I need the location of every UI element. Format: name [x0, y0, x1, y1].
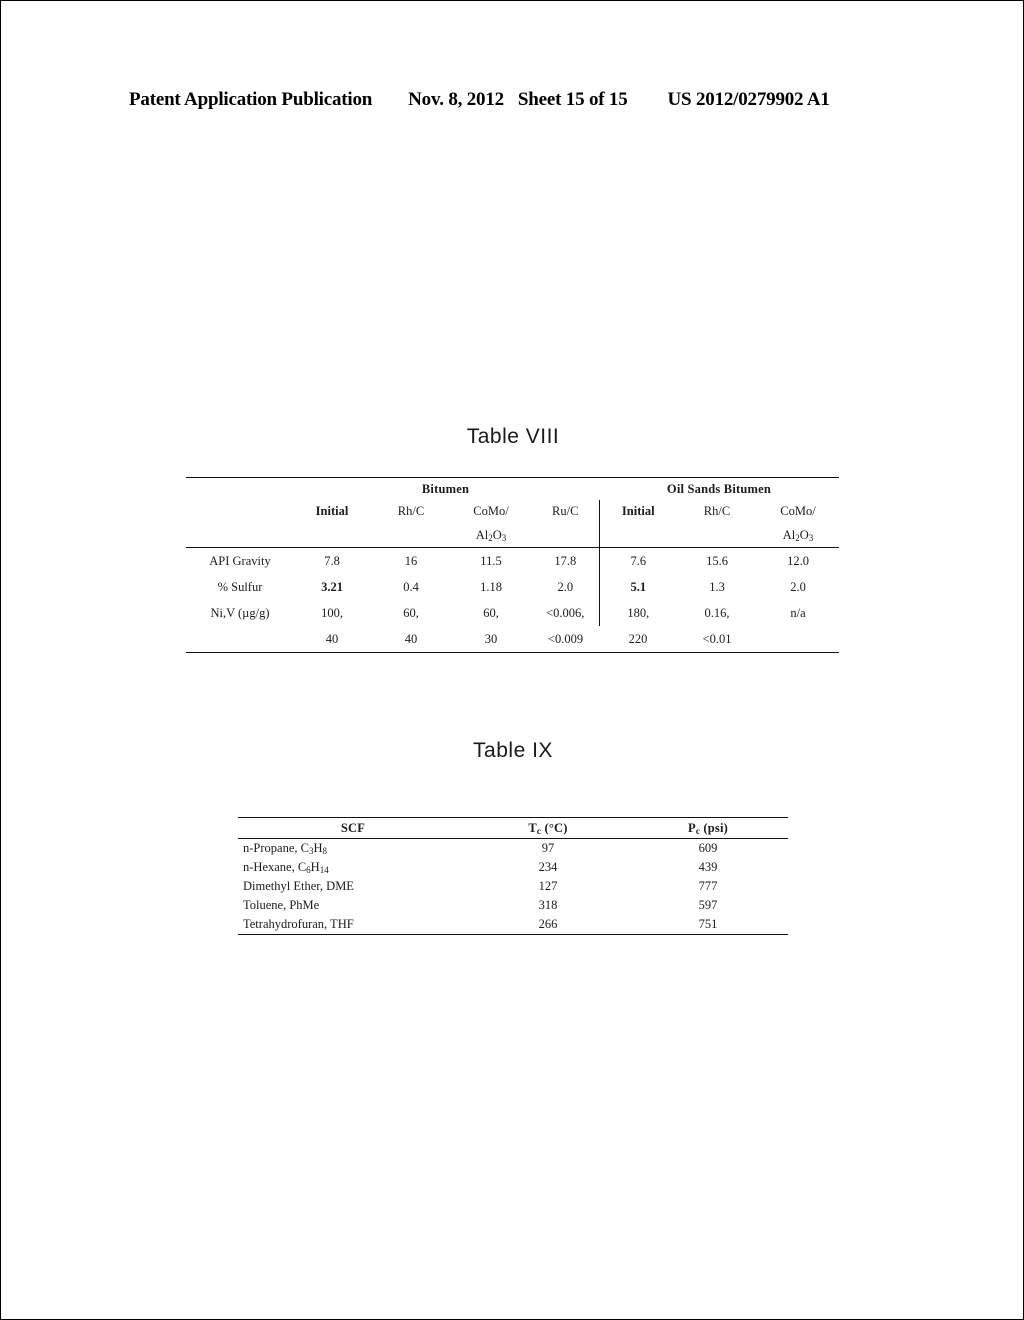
patent-page-sheet: Patent Application Publication Nov. 8, 2… [0, 0, 1024, 1320]
table-viii: Bitumen Oil Sands Bitumen Initial Rh/C C… [186, 477, 839, 653]
cell-pc-dme: 777 [698, 879, 718, 893]
cell-sulfur-como-bitumen: 1.18 [480, 579, 502, 594]
group-header-bitumen: Bitumen [292, 477, 599, 500]
cell-niv2-initial-bitumen: 40 [292, 626, 372, 653]
row-label-ni-v: Ni,V (µg/g) [210, 605, 270, 620]
table-row: n-Propane, C3H8 97 609 [238, 839, 788, 859]
cell-niv-rhc-bitumen: 60, [403, 605, 419, 620]
group-header-spacer [186, 477, 292, 500]
column-subheader-blank-5 [677, 523, 757, 548]
document-running-header: Patent Application Publication Nov. 8, 2… [129, 89, 919, 111]
column-header-initial-oilsands: Initial [598, 500, 677, 523]
cell-api-ruc-bitumen: 17.8 [554, 553, 577, 568]
table-row: Dimethyl Ether, DME 127 777 [238, 877, 788, 896]
group-header-oil-sands-bitumen: Oil Sands Bitumen [599, 477, 839, 500]
cell-niv2-initial-oilsands: 220 [599, 626, 677, 653]
table-viii-group-header-row: Bitumen Oil Sands Bitumen [186, 477, 839, 500]
cell-sulfur-ruc-bitumen: 2.0 [557, 579, 574, 594]
cell-scf-thf: Tetrahydrofuran, THF [238, 915, 468, 935]
cell-pc-thf: 751 [628, 915, 788, 935]
cell-niv2-ruc-bitumen: <0.009 [532, 626, 599, 653]
cell-scf-dme: Dimethyl Ether, DME [243, 879, 354, 893]
cell-niv-initial-bitumen: 100, [321, 605, 343, 620]
table-row: 40 40 30 <0.009 220 <0.01 [186, 626, 839, 653]
column-subheader-alumina-oilsands: Al2O3 [757, 523, 839, 548]
table-row: n-Hexane, C6H14 234 439 [238, 858, 788, 877]
cell-niv2-como-bitumen: 30 [450, 626, 532, 653]
cell-api-como-bitumen: 11.5 [480, 553, 502, 568]
cell-sulfur-initial-oilsands: 5.1 [598, 574, 677, 600]
table-row: API Gravity 7.8 16 11.5 17.8 7.6 15.6 12… [186, 547, 839, 574]
cell-pc-toluene: 597 [698, 898, 718, 912]
cell-scf-hexane: n-Hexane, C6H14 [243, 860, 329, 875]
cell-niv2-rhc-oilsands: <0.01 [677, 626, 757, 653]
column-header-rhc-oilsands: Rh/C [703, 504, 731, 518]
cell-niv-como-oilsands: n/a [790, 605, 806, 620]
cell-pc-hexane: 439 [698, 860, 718, 874]
cell-niv-rhc-oilsands: 0.16, [704, 605, 730, 620]
cell-sulfur-rhc-bitumen: 0.4 [403, 579, 419, 594]
cell-tc-hexane: 234 [538, 860, 558, 874]
row-label-api-gravity: API Gravity [209, 553, 271, 568]
cell-sulfur-como-oilsands: 2.0 [790, 579, 806, 594]
cell-scf-propane: n-Propane, C3H8 [243, 841, 327, 856]
cell-tc-thf: 266 [468, 915, 628, 935]
column-header-ruc-bitumen: Ru/C [552, 504, 579, 518]
cell-tc-dme: 127 [538, 879, 558, 893]
cell-api-rhc-oilsands: 15.6 [706, 553, 728, 568]
column-subheader-blank-1 [292, 523, 372, 548]
table-row: Ni,V (µg/g) 100, 60, 60, <0.006, 180, 0.… [186, 600, 839, 626]
cell-api-initial-bitumen: 7.8 [324, 553, 340, 568]
table-viii-title: Table VIII [466, 425, 560, 448]
publication-label: Patent Application Publication [129, 89, 373, 110]
cell-scf-toluene: Toluene, PhMe [243, 898, 320, 912]
cell-pc-propane: 609 [698, 841, 718, 855]
column-header-critical-temperature: Tc (°C) [468, 817, 628, 839]
cell-api-rhc-bitumen: 16 [404, 553, 418, 568]
publication-date: Nov. 8, 2012 [408, 89, 504, 110]
cell-niv-initial-oilsands: 180, [598, 600, 677, 626]
cell-niv-ruc-bitumen: <0.006, [546, 605, 585, 620]
patent-number: US 2012/0279902 A1 [667, 89, 830, 110]
column-header-rhc-bitumen: Rh/C [397, 504, 425, 518]
table-row: Tetrahydrofuran, THF 266 751 [238, 915, 788, 935]
table-viii-column-header-row: Initial Rh/C CoMo/ Ru/C Initial Rh/C CoM… [186, 500, 839, 523]
cell-api-como-oilsands: 12.0 [787, 553, 809, 568]
table-ix-header-row: SCF Tc (°C) Pc (psi) [238, 817, 788, 839]
cell-tc-toluene: 318 [538, 898, 558, 912]
column-header-critical-pressure: Pc (psi) [628, 817, 788, 839]
table-row: % Sulfur 3.21 0.4 1.18 2.0 5.1 1.3 2.0 [186, 574, 839, 600]
cell-niv2-como-oilsands [757, 626, 839, 653]
column-header-blank [186, 500, 292, 523]
cell-sulfur-rhc-oilsands: 1.3 [709, 579, 725, 594]
row-label-ni-v-continued [186, 626, 292, 653]
table-ix: SCF Tc (°C) Pc (psi) n-Propane, C3H8 97 … [238, 817, 788, 935]
column-subheader-blank-0 [186, 523, 292, 548]
table-ix-title: Table IX [473, 739, 553, 762]
column-header-como-bitumen: CoMo/ [473, 504, 509, 518]
cell-niv-como-bitumen: 60, [483, 605, 499, 620]
cell-api-initial-oilsands: 7.6 [598, 547, 677, 574]
cell-niv2-rhc-bitumen: 40 [372, 626, 450, 653]
column-header-como-oilsands: CoMo/ [780, 504, 816, 518]
column-subheader-alumina-bitumen: Al2O3 [450, 523, 532, 548]
sheet-number: Sheet 15 of 15 [517, 89, 628, 110]
row-label-percent-sulfur: % Sulfur [217, 579, 263, 594]
table-row: Toluene, PhMe 318 597 [238, 896, 788, 915]
cell-sulfur-initial-bitumen: 3.21 [321, 579, 343, 594]
column-subheader-blank-2 [372, 523, 450, 548]
column-subheader-blank-3 [532, 523, 599, 548]
column-header-initial-bitumen: Initial [315, 504, 349, 518]
column-header-scf: SCF [238, 817, 468, 839]
column-subheader-blank-4 [598, 523, 677, 548]
cell-tc-propane: 97 [541, 841, 555, 855]
table-viii-column-header-sub-row: Al2O3 Al2O3 [186, 523, 839, 548]
